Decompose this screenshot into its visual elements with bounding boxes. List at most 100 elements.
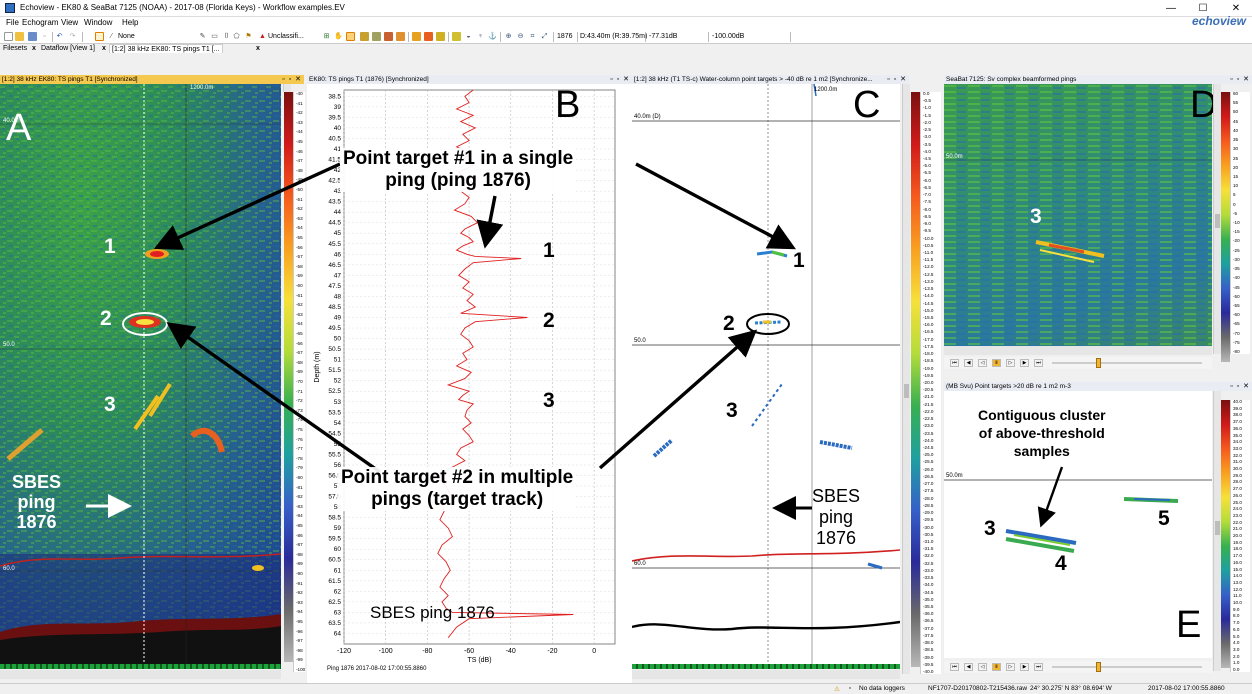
new-file-icon[interactable]	[4, 32, 13, 41]
playback-slider-e[interactable]	[1052, 666, 1202, 668]
tab-echogram-close[interactable]: x	[254, 44, 262, 53]
play-button-d[interactable]: ▷	[1006, 359, 1015, 367]
callout-point-target-2: Point target #2 in multiple pings (targe…	[338, 467, 577, 511]
step-back-button-d[interactable]: ◀	[964, 359, 973, 367]
detect-icon-1[interactable]	[412, 32, 421, 41]
panel-d-controls[interactable]: ▫ ▫ ✕	[1230, 75, 1250, 84]
play-back-button-e[interactable]: ◁	[978, 663, 987, 671]
panel-a-titlebar[interactable]: [1:2] 38 kHz EK80: TS pings T1 [Synchron…	[0, 75, 304, 84]
step-forward-button-e[interactable]: ▶	[1020, 663, 1029, 671]
open-folder-icon[interactable]	[15, 32, 24, 41]
pencil-icon[interactable]: ✎	[198, 32, 207, 41]
menu-bar: File Echogram View Window Help echoview	[0, 14, 1252, 30]
tool-icon-1[interactable]	[452, 32, 461, 41]
sv-readout: -77.31dB	[649, 33, 678, 40]
pause-button-e[interactable]: Ⅱ	[992, 663, 1001, 671]
playback-slider-d[interactable]	[1052, 362, 1202, 364]
playback-controls-e: ⏮ ◀ ◁ Ⅱ ▷ ▶ ⏭	[944, 661, 1212, 673]
tab-echogram[interactable]: [1:2] 38 kHz EK80: TS pings T1 [...	[109, 44, 223, 53]
panel-b-controls[interactable]: ▫ ▫ ✕	[610, 75, 630, 84]
playback-slider-thumb-e[interactable]	[1096, 662, 1101, 672]
y-tick-label: 61.5	[328, 578, 341, 585]
scaleA-tick: -46	[296, 148, 303, 154]
region-class-select[interactable]: Unclassifi...	[268, 33, 304, 40]
panel-c-letter: C	[853, 84, 881, 126]
menu-file[interactable]: File	[6, 18, 19, 27]
rewind-button-e[interactable]: ⏮	[950, 663, 959, 671]
minimize-button[interactable]: —	[1155, 0, 1187, 17]
polyline-icon[interactable]: ⁄	[107, 32, 116, 41]
menu-view[interactable]: View	[61, 18, 78, 27]
step-forward-button-d[interactable]: ▶	[1020, 359, 1029, 367]
echogram-icon-4[interactable]	[396, 32, 405, 41]
zoom-fit-icon[interactable]: ⤢	[540, 32, 549, 41]
echogram-c[interactable]: 1200.0m 40.0m (D) 50.0 60.0	[632, 84, 900, 664]
v-scrollbar-c[interactable]	[902, 84, 910, 674]
scaleA-tick: -47	[296, 158, 303, 164]
play-button-e[interactable]: ▷	[1006, 663, 1015, 671]
callout-pt2-line1: Point target #2 in multiple	[341, 467, 574, 488]
zoom-box-icon[interactable]: ⌗	[528, 32, 537, 41]
fast-forward-button-d[interactable]: ⏭	[1034, 359, 1043, 367]
redo-icon[interactable]: ↷	[68, 32, 77, 41]
menu-window[interactable]: Window	[84, 18, 112, 27]
h-scrollbar-a[interactable]	[0, 670, 281, 679]
panel-a-controls[interactable]: ▫ ▫ ✕	[282, 75, 302, 84]
panel-c-controls[interactable]: ▫ ▫ ✕	[887, 75, 907, 84]
scaleD-tick: 50	[1233, 109, 1239, 115]
pan-icon[interactable]: ✋	[334, 32, 343, 41]
y-tick-label: 50.5	[328, 346, 341, 353]
colorbar-e	[1221, 400, 1230, 668]
playback-slider-thumb-d[interactable]	[1096, 358, 1101, 368]
fast-forward-button-e[interactable]: ⏭	[1034, 663, 1043, 671]
pause-button-d[interactable]: Ⅱ	[992, 359, 1001, 367]
save-icon[interactable]	[28, 32, 37, 41]
brush-icon[interactable]: ⚑	[244, 32, 253, 41]
rectangle-icon[interactable]: ▭	[210, 32, 219, 41]
panel-b-titlebar[interactable]: EK80: TS pings T1 (1876) [Synchronized] …	[307, 75, 632, 84]
echoview-logo: echoview	[1191, 14, 1246, 28]
scaleA-tick: -80	[296, 475, 303, 480]
play-back-button-d[interactable]: ◁	[978, 359, 987, 367]
rewind-button-d[interactable]: ⏮	[950, 359, 959, 367]
v-scrollbar-d[interactable]	[1213, 84, 1221, 354]
zoom-in-icon[interactable]: ⊕	[504, 32, 513, 41]
scaleC-tick: -21.0	[923, 394, 934, 400]
print-icon[interactable]: ▫	[40, 32, 49, 41]
tab-dataflow[interactable]: Dataflow [View 1]	[39, 44, 97, 53]
detect-icon-2[interactable]	[424, 32, 433, 41]
echogram-a[interactable]: A 1200.0m 40.0m 50.0 60.0 1 2 3 SBES pin…	[0, 84, 281, 668]
tool-icon-4[interactable]: ⚓	[488, 32, 497, 41]
echogram-icon-2[interactable]	[372, 32, 381, 41]
echogram-icon-1[interactable]	[360, 32, 369, 41]
panel-c-titlebar[interactable]: [1:2] 38 kHz (T1 TS-c) Water-column poin…	[632, 75, 909, 84]
grid-icon[interactable]: ⊞	[322, 32, 331, 41]
scaleC-tick: -8.0	[923, 206, 931, 212]
polygon-icon[interactable]: ⬠	[232, 32, 241, 41]
app-icon	[5, 3, 15, 13]
detect-icon-3[interactable]	[436, 32, 445, 41]
tab-filesets-close[interactable]: x	[30, 44, 38, 53]
h-scrollbar-d[interactable]	[944, 346, 1212, 355]
tab-filesets[interactable]: Filesets	[1, 44, 29, 53]
line-tool-icon[interactable]	[95, 32, 104, 41]
bracket-icon[interactable]: ⌷	[222, 32, 231, 41]
step-back-button-e[interactable]: ◀	[964, 663, 973, 671]
panel-e-controls[interactable]: ▫ ▫ ✕	[1230, 382, 1250, 391]
undo-icon[interactable]: ↶	[55, 32, 64, 41]
echogram-d[interactable]: 50.0m	[944, 84, 1212, 346]
line-style-select[interactable]: None	[118, 33, 135, 40]
echogram-icon-3[interactable]	[384, 32, 393, 41]
zoom-out-icon[interactable]: ⊖	[516, 32, 525, 41]
tool-icon-2[interactable]: ◒	[464, 32, 473, 41]
h-scrollbar-c[interactable]	[632, 670, 900, 679]
panel-d-titlebar[interactable]: SeaBat 7125: Sv complex beamformed pings…	[944, 75, 1252, 84]
select-tool-icon[interactable]	[346, 32, 355, 41]
y-tick-label: 49	[334, 314, 342, 321]
menu-echogram[interactable]: Echogram	[22, 18, 58, 27]
tool-icon-3[interactable]: ♆	[476, 32, 485, 41]
panel-e-titlebar[interactable]: (MB Svu) Point targets >20 dB re 1 m2 m-…	[944, 382, 1252, 391]
tab-dataflow-close[interactable]: x	[100, 44, 108, 53]
menu-help[interactable]: Help	[122, 18, 138, 27]
v-scrollbar-e[interactable]	[1213, 391, 1221, 671]
